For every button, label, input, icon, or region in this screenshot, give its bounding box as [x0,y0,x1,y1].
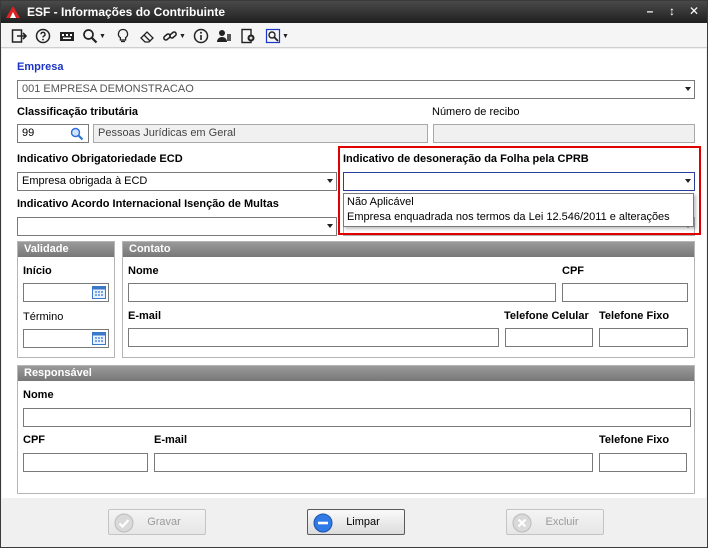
ecd-value: Empresa obrigada à ECD [22,175,148,187]
empresa-label: Empresa [17,61,64,73]
minimize-button[interactable]: – [641,3,659,20]
empresa-value: 001 EMPRESA DEMONSTRACAO [22,83,194,95]
gravar-label: Gravar [147,516,181,528]
search-icon[interactable] [70,127,84,141]
contato-email-label: E-mail [128,310,162,322]
minus-icon [313,513,333,533]
title-bar: ESF - Informações do Contribuinte – ↕ ✕ [1,1,707,23]
contato-celular-input[interactable] [505,328,593,347]
acordo-select[interactable] [17,217,337,236]
exit-icon[interactable] [10,26,28,46]
contato-nome-input[interactable] [128,283,556,302]
contato-cpf-input[interactable] [562,283,688,302]
termino-date-input[interactable] [23,329,109,348]
keyboard-icon[interactable] [58,26,76,46]
contato-celular-label: Telefone Celular [504,310,589,322]
empresa-select[interactable]: 001 EMPRESA DEMONSTRACAO [17,80,695,99]
close-button[interactable]: ✕ [685,3,703,20]
contato-email-input[interactable] [128,328,499,347]
help-icon[interactable] [34,26,52,46]
toolbar: ▼ ▼ ▼ [1,23,707,48]
highlight-box [338,146,701,235]
responsavel-cpf-input[interactable] [23,453,148,472]
chevron-down-icon [327,179,333,183]
classificacao-label: Classificação tributária [17,106,139,118]
restore-button[interactable]: ↕ [663,3,681,20]
validade-group: Validade Início Término [17,241,115,358]
classificacao-code-value: 99 [22,127,35,139]
chevron-down-icon [685,87,691,91]
contato-fixo-label: Telefone Fixo [599,310,670,322]
responsavel-email-label: E-mail [154,434,188,446]
contato-cpf-label: CPF [562,265,584,277]
excluir-button[interactable]: Excluir [506,509,604,535]
export-icon[interactable] [239,26,257,46]
contato-fixo-input[interactable] [599,328,688,347]
responsavel-header: Responsável [18,366,694,381]
responsavel-nome-input[interactable] [23,408,691,427]
classificacao-code-input[interactable]: 99 [17,124,89,143]
classificacao-description-field: Pessoas Jurídicas em Geral [93,124,428,143]
button-bar: Gravar Limpar Excluir [2,498,706,547]
inicio-date-input[interactable] [23,283,109,302]
classificacao-description-value: Pessoas Jurídicas em Geral [98,127,236,139]
contato-group: Contato Nome CPF E-mail Telefone Celular… [122,241,695,358]
window-title: ESF - Informações do Contribuinte [27,5,226,19]
chevron-down-icon [327,224,333,228]
limpar-label: Limpar [346,516,380,528]
responsavel-fixo-label: Telefone Fixo [599,434,670,446]
window: ESF - Informações do Contribuinte – ↕ ✕ … [0,0,708,548]
eraser-icon[interactable] [138,26,156,46]
recibo-label: Número de recibo [432,106,520,118]
contato-header: Contato [123,242,694,257]
termino-label: Término [23,311,64,323]
zoom-icon[interactable]: ▼ [81,26,107,46]
acordo-label: Indicativo Acordo Internacional Isenção … [17,198,279,210]
close-icon [512,513,532,533]
info-icon[interactable] [192,26,210,46]
tools-icon[interactable]: ▼ [263,26,291,46]
check-icon [114,513,134,533]
app-logo-icon [6,6,20,18]
ecd-label: Indicativo Obrigatoriedade ECD [17,153,183,165]
lightbulb-icon[interactable] [114,26,132,46]
contato-nome-label: Nome [128,265,159,277]
responsavel-nome-label: Nome [23,389,54,401]
responsavel-email-input[interactable] [154,453,593,472]
validade-header: Validade [18,242,114,257]
calendar-icon[interactable] [92,286,106,299]
form-content: Empresa 001 EMPRESA DEMONSTRACAO Classif… [2,49,706,498]
responsavel-group: Responsável Nome CPF E-mail Telefone Fix… [17,365,695,494]
inicio-label: Início [23,265,52,277]
ecd-select[interactable]: Empresa obrigada à ECD [17,172,337,191]
link-icon[interactable]: ▼ [161,26,187,46]
limpar-button[interactable]: Limpar [307,509,405,535]
gravar-button[interactable]: Gravar [108,509,206,535]
calendar-icon[interactable] [92,332,106,345]
responsavel-fixo-input[interactable] [599,453,687,472]
users-icon[interactable] [215,26,233,46]
recibo-field [433,124,695,143]
excluir-label: Excluir [545,516,579,528]
responsavel-cpf-label: CPF [23,434,45,446]
